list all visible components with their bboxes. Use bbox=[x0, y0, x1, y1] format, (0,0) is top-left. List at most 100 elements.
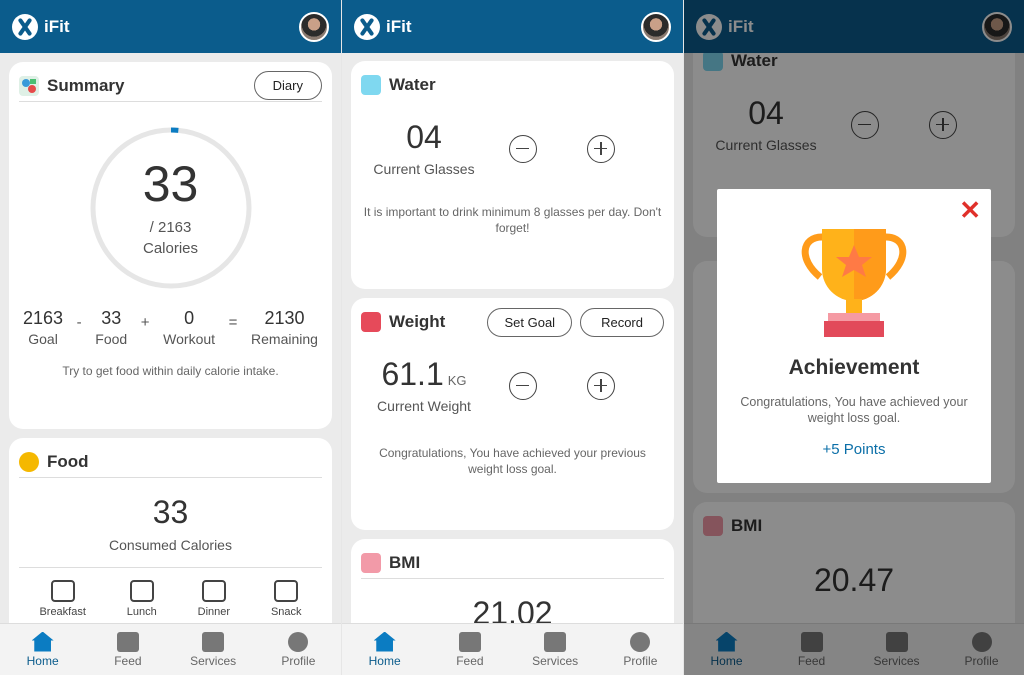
weight-unit: KG bbox=[447, 373, 467, 388]
screen-achievement: iFit Water 04 Current Glasses BMI 20.47 … bbox=[684, 0, 1024, 675]
equals-op: = bbox=[228, 314, 238, 331]
nav-services[interactable]: Services bbox=[178, 631, 248, 668]
food-stat: 33 Food bbox=[95, 308, 127, 347]
weight-title: Weight bbox=[389, 312, 446, 331]
ifit-logo-icon bbox=[354, 13, 380, 40]
water-decrement-button[interactable] bbox=[509, 134, 537, 163]
diary-button[interactable]: Diary bbox=[253, 71, 322, 100]
plus-op: + bbox=[140, 314, 150, 331]
water-glass-icon bbox=[361, 75, 381, 95]
nav-services[interactable]: Services bbox=[520, 631, 590, 668]
water-hint: It is important to drink minimum 8 glass… bbox=[363, 205, 662, 236]
remaining-value: 2130 bbox=[264, 308, 305, 328]
food-title: Food bbox=[47, 451, 89, 471]
nav-profile[interactable]: Profile bbox=[263, 631, 333, 668]
ring-text: 33 / 2163 Calories bbox=[89, 126, 253, 290]
home-icon bbox=[31, 631, 54, 652]
breakfast-icon bbox=[50, 580, 75, 602]
weight-hint: Congratulations, You have achieved your … bbox=[379, 446, 646, 477]
avatar[interactable] bbox=[299, 11, 329, 42]
home-icon bbox=[373, 631, 396, 652]
modal-title: Achievement bbox=[788, 356, 920, 379]
screen-tracking: iFit Water 04 Current Glasses It is impo… bbox=[342, 0, 683, 675]
set-goal-button[interactable]: Set Goal bbox=[487, 307, 573, 337]
meal-label: Breakfast bbox=[39, 606, 86, 618]
food-stat-block: 33 Consumed Calories bbox=[19, 494, 322, 553]
top-bar: iFit bbox=[0, 0, 341, 53]
avatar[interactable] bbox=[641, 11, 671, 42]
food-card[interactable]: Food 33 Consumed Calories Breakfast Lunc… bbox=[9, 438, 332, 623]
weight-value: 61.1 bbox=[381, 356, 444, 392]
record-button[interactable]: Record bbox=[580, 307, 664, 337]
nav-feed-label: Feed bbox=[114, 653, 142, 668]
screens: iFit Summary Diary 33 / 2163 Calories 21… bbox=[0, 0, 1024, 675]
nav-profile[interactable]: Profile bbox=[605, 631, 675, 668]
feed-icon bbox=[116, 631, 139, 652]
main-content: Water 04 Current Glasses It is important… bbox=[342, 53, 683, 623]
profile-icon bbox=[288, 631, 309, 652]
goal-value: 2163 bbox=[23, 308, 64, 328]
summary-card: Summary Diary 33 / 2163 Calories 2163 Go… bbox=[9, 62, 332, 429]
weight-label: Current Weight bbox=[377, 398, 471, 414]
food-icon bbox=[19, 451, 39, 472]
bmi-title: BMI bbox=[389, 552, 421, 572]
meal-label: Snack bbox=[270, 606, 302, 618]
minus-op: - bbox=[76, 314, 82, 331]
bottom-nav: Home Feed Services Profile bbox=[0, 623, 341, 675]
workout-stat: 0 Workout bbox=[163, 308, 215, 347]
bmi-card: BMI 21.02 bbox=[351, 539, 674, 623]
top-bar: iFit bbox=[342, 0, 683, 53]
water-title: Water bbox=[389, 75, 436, 94]
water-increment-button[interactable] bbox=[587, 134, 615, 163]
nav-profile-label: Profile bbox=[281, 653, 316, 668]
briefcase-icon bbox=[544, 631, 567, 652]
bmi-value: 21.02 bbox=[472, 595, 553, 623]
weight-increment-button[interactable] bbox=[587, 371, 615, 400]
water-header: Water bbox=[361, 73, 664, 101]
nav-home[interactable]: Home bbox=[350, 631, 420, 668]
ifit-logo-icon bbox=[12, 13, 38, 40]
consumed-calories: 33 bbox=[142, 156, 199, 212]
brand-name: iFit bbox=[386, 16, 412, 36]
summary-header: Summary Diary bbox=[19, 71, 322, 102]
screen-summary: iFit Summary Diary 33 / 2163 Calories 21… bbox=[0, 0, 341, 675]
bmi-header: BMI bbox=[361, 551, 664, 579]
food-consumed-value: 33 bbox=[152, 494, 189, 530]
food-label: Food bbox=[95, 331, 128, 347]
food-consumed-label: Consumed Calories bbox=[109, 537, 232, 553]
nav-feed[interactable]: Feed bbox=[435, 631, 505, 668]
water-card: Water 04 Current Glasses It is important… bbox=[351, 61, 674, 289]
summary-hint: Try to get food within daily calorie int… bbox=[62, 364, 279, 378]
close-icon[interactable]: ✕ bbox=[959, 195, 981, 226]
bottom-nav: Home Feed Services Profile bbox=[342, 623, 683, 675]
remaining-stat: 2130 Remaining bbox=[251, 308, 318, 347]
nav-home[interactable]: Home bbox=[8, 631, 78, 668]
nav-feed[interactable]: Feed bbox=[93, 631, 163, 668]
calorie-ring: 33 / 2163 Calories bbox=[89, 126, 253, 290]
water-counter: 04 Current Glasses bbox=[361, 119, 664, 178]
weight-header: Weight Set Goal Record bbox=[361, 307, 664, 338]
remaining-label: Remaining bbox=[251, 331, 318, 347]
meal-breakfast[interactable]: Breakfast bbox=[39, 580, 86, 618]
bmi-icon bbox=[361, 552, 381, 573]
water-label: Current Glasses bbox=[373, 161, 475, 177]
snack-icon bbox=[274, 580, 299, 602]
main-content: Summary Diary 33 / 2163 Calories 2163 Go… bbox=[0, 53, 341, 623]
modal-message: Congratulations, You have achieved your … bbox=[740, 395, 968, 426]
bmi-stat: 21.02 bbox=[361, 595, 664, 623]
weight-decrement-button[interactable] bbox=[509, 371, 537, 400]
workout-label: Workout bbox=[163, 331, 216, 347]
points-reward: +5 Points bbox=[822, 440, 886, 458]
trophy-icon bbox=[801, 229, 907, 337]
meal-dinner[interactable]: Dinner bbox=[198, 580, 230, 618]
nav-home-label: Home bbox=[26, 653, 59, 668]
water-value-block: 04 Current Glasses bbox=[369, 119, 479, 178]
nav-services-label: Services bbox=[532, 653, 579, 668]
scale-icon bbox=[361, 312, 381, 332]
summary-icon bbox=[19, 75, 39, 96]
summary-title: Summary bbox=[47, 75, 125, 95]
achievement-modal: ✕ Achievement Congratulations, You have … bbox=[717, 189, 991, 483]
food-value: 33 bbox=[101, 308, 122, 328]
meal-lunch[interactable]: Lunch bbox=[127, 580, 157, 618]
meal-snack[interactable]: Snack bbox=[271, 580, 302, 618]
